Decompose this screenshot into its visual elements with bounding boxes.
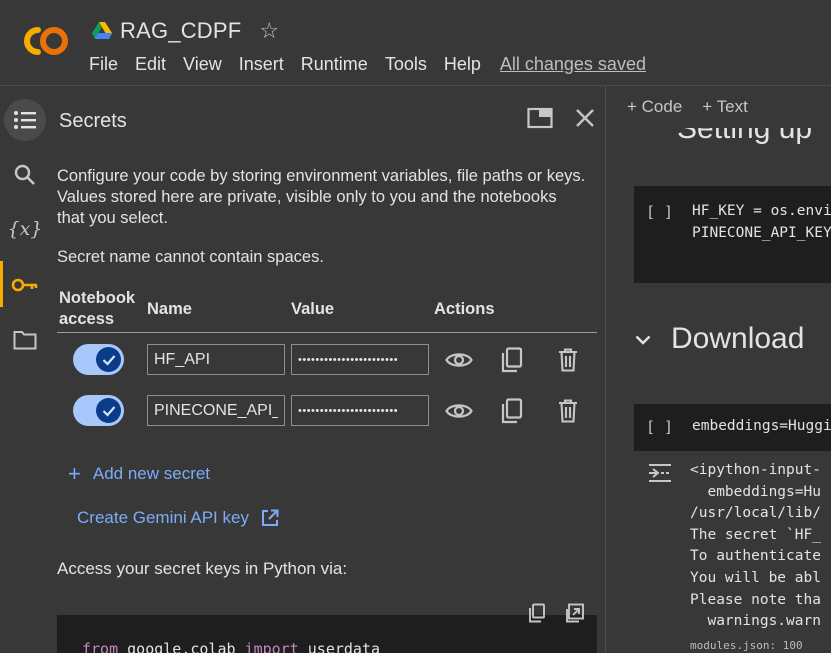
chevron-down-icon[interactable] (635, 329, 651, 350)
check-icon (96, 398, 121, 423)
insert-code-button[interactable] (562, 600, 588, 626)
access-instructions: Access your secret keys in Python via: (57, 559, 348, 578)
secrets-note: Secret name cannot contain spaces. (57, 248, 324, 266)
notebook-area: + Code + Text Setting up [ ] HF_KEY = os… (607, 86, 831, 653)
toc-button[interactable] (4, 99, 46, 141)
trash-icon (559, 399, 577, 423)
cell-code[interactable]: HF_KEY = os.environPINECONE_API_KEY (692, 200, 831, 244)
secrets-description: Configure your code by storing environme… (57, 167, 586, 227)
variables-button[interactable]: {x} (4, 208, 46, 250)
panel-title: Secrets (59, 110, 127, 132)
show-value-button[interactable] (445, 346, 473, 374)
open-in-tab-button[interactable] (526, 104, 554, 132)
secret-value-input[interactable] (291, 344, 429, 375)
create-gemini-key-label: Create Gemini API key (77, 508, 249, 527)
menu-file[interactable]: File (89, 54, 118, 75)
save-status[interactable]: All changes saved (500, 54, 646, 75)
active-indicator (0, 261, 3, 307)
menu-insert[interactable]: Insert (239, 54, 284, 75)
code-cell[interactable]: [ ] embeddings=HuggingFace (634, 404, 831, 451)
menu-bar: File Edit View Insert Runtime Tools Help… (89, 54, 663, 75)
create-gemini-key-link[interactable]: Create Gemini API key (77, 508, 279, 528)
close-panel-button[interactable] (571, 104, 599, 132)
search-button[interactable] (4, 154, 46, 196)
top-header: RAG_CDPF ☆ File Edit View Insert Runtime… (0, 0, 831, 86)
search-icon (14, 164, 35, 185)
colab-logo[interactable] (18, 24, 70, 58)
add-code-button[interactable]: + Code (627, 97, 682, 117)
menu-runtime[interactable]: Runtime (301, 54, 368, 75)
delete-secret-button[interactable] (554, 397, 582, 425)
menu-help[interactable]: Help (444, 54, 481, 75)
column-notebook-access: Notebook access (59, 289, 136, 328)
code-snippet: from google.colab import userdata (57, 615, 597, 653)
notebook-access-toggle[interactable] (73, 344, 124, 375)
copy-value-button[interactable] (498, 397, 526, 425)
secret-value-input[interactable] (291, 395, 429, 426)
files-button[interactable] (4, 319, 46, 361)
drive-icon[interactable] (92, 22, 112, 40)
open-in-tab-icon (527, 107, 553, 129)
run-cell-button[interactable]: [ ] (646, 203, 673, 221)
notebook-title[interactable]: RAG_CDPF (120, 18, 241, 44)
external-link-icon (261, 509, 279, 526)
copy-icon (529, 603, 545, 623)
show-value-button[interactable] (445, 397, 473, 425)
star-icon[interactable]: ☆ (259, 20, 279, 42)
secret-name-input[interactable] (147, 344, 285, 375)
add-new-secret-label: Add new secret (92, 464, 211, 483)
column-actions: Actions (434, 300, 495, 318)
notebook-access-toggle[interactable] (73, 395, 124, 426)
toc-icon (14, 111, 36, 129)
menu-tools[interactable]: Tools (385, 54, 427, 75)
section-title: Download (671, 322, 805, 355)
cell-code[interactable]: embeddings=HuggingFace (692, 415, 831, 437)
header-divider (57, 332, 597, 333)
section-header[interactable]: Download (635, 322, 804, 356)
secret-name-input[interactable] (147, 395, 285, 426)
copy-icon (501, 398, 523, 424)
menu-view[interactable]: View (183, 54, 222, 75)
menu-edit[interactable]: Edit (135, 54, 166, 75)
copy-code-button[interactable] (524, 600, 550, 626)
delete-secret-button[interactable] (554, 346, 582, 374)
secrets-panel: Secrets Configure your code by storing e… (48, 86, 606, 653)
eye-icon (445, 353, 473, 367)
left-rail: {x} (0, 86, 48, 653)
check-icon (96, 347, 121, 372)
copy-icon (501, 347, 523, 373)
column-value: Value (291, 300, 335, 318)
insert-code-icon (566, 603, 584, 623)
notebook-toolbar: + Code + Text (607, 86, 831, 128)
add-new-secret-button[interactable]: + Add new secret (68, 463, 210, 485)
folder-icon (13, 331, 37, 350)
copy-value-button[interactable] (498, 346, 526, 374)
add-text-button[interactable]: + Text (702, 97, 748, 117)
run-cell-button[interactable]: [ ] (646, 418, 673, 436)
plus-icon: + (68, 461, 81, 486)
code-cell[interactable]: [ ] HF_KEY = os.environPINECONE_API_KEY (634, 186, 831, 283)
secrets-button[interactable] (4, 264, 46, 306)
close-icon (576, 109, 594, 127)
cell-output: <ipython-input- embeddings=Hu/usr/local/… (690, 462, 821, 652)
column-name: Name (147, 300, 192, 318)
output-options-icon[interactable] (647, 460, 673, 486)
eye-icon (445, 404, 473, 418)
trash-icon (559, 348, 577, 372)
code-snippet-line: from google.colab import userdata (82, 640, 381, 653)
key-icon (11, 278, 38, 292)
variables-icon: {x} (7, 218, 43, 240)
